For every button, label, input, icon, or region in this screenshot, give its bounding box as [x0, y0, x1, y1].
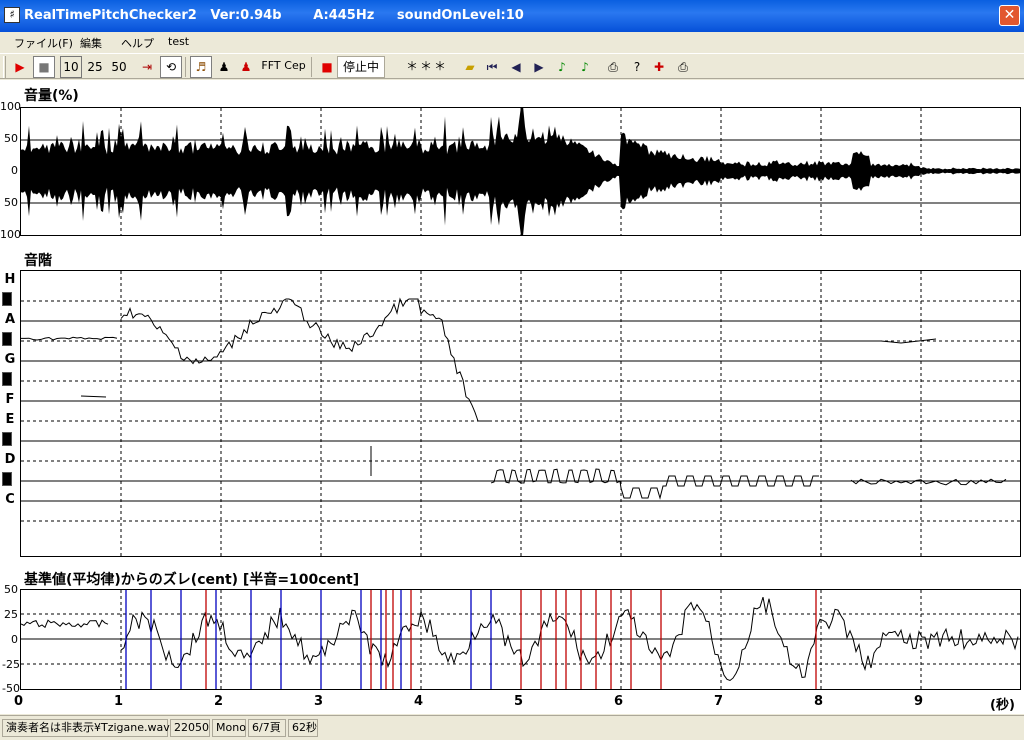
volume-tick: 50 [4, 196, 18, 209]
x-tick: 6 [614, 694, 624, 709]
prev-page-icon[interactable]: ◀ [505, 56, 527, 78]
black-key [2, 332, 12, 346]
menu-test[interactable]: test [168, 35, 189, 48]
x-unit: (秒) [990, 698, 1015, 713]
note-label: D [4, 452, 16, 467]
note-label: E [5, 412, 15, 427]
black-key [2, 292, 12, 306]
x-tick: 3 [314, 694, 324, 709]
fft-button[interactable]: FFT [259, 56, 283, 78]
pitch-segment [21, 336, 118, 341]
person-red-icon[interactable]: ♟ [235, 56, 257, 78]
x-tick: 2 [214, 694, 224, 709]
volume-tick: 50 [4, 132, 18, 145]
loop-icon[interactable]: ⟲ [160, 56, 182, 78]
toolbar-separator [311, 57, 312, 77]
status-samplerate: 22050 [170, 719, 210, 737]
volume-plot [20, 107, 1021, 236]
cent-tick: 25 [4, 608, 18, 621]
menu-help[interactable]: ヘルプ [121, 35, 154, 51]
pitch-trace [21, 271, 1020, 556]
toolbar-separator [185, 57, 186, 77]
speed-10-button[interactable]: 10 [60, 56, 82, 78]
scale-plot [20, 270, 1021, 557]
note-label: A [4, 312, 16, 327]
crosshair-icon[interactable]: ✚ [648, 56, 670, 78]
menu-edit[interactable]: 編集 [80, 35, 102, 51]
violin-icon[interactable]: ♬ [190, 56, 212, 78]
note-alt-icon[interactable]: ♪ [574, 56, 596, 78]
menu-file[interactable]: ファイル(F) [14, 35, 73, 51]
black-key [2, 372, 12, 386]
help-icon[interactable]: ? [626, 56, 648, 78]
toolbar-grip [3, 56, 6, 78]
speed-25-button[interactable]: 25 [84, 56, 106, 78]
toolbar: ▶ ■ 10 25 50 ⇥ ⟲ ♬ ♟ ♟ FFT Cep ■ 停止中 ＊＊＊… [0, 53, 1024, 79]
x-tick: 4 [414, 694, 424, 709]
pitch-segment [80, 395, 107, 398]
status-bar: 演奏者名は非表示¥Tzigane.wav 22050 Mono 6/7頁 62秒 [0, 715, 1024, 740]
note-label: C [5, 492, 15, 507]
title-bar: ♯ RealTimePitchChecker2 Ver:0.94b A:445H… [0, 0, 1024, 32]
note-icon[interactable]: ♪ [551, 56, 573, 78]
status-label: 停止中 [337, 56, 385, 78]
print-alt-icon[interactable]: ⎙ [672, 56, 694, 78]
status-duration: 62秒 [288, 719, 318, 737]
volume-tick: 100 [0, 228, 21, 241]
x-tick: 0 [14, 694, 24, 709]
stop-icon[interactable]: ■ [33, 56, 55, 78]
x-tick: 9 [914, 694, 924, 709]
deviation-title: 基準値(平均律)からのズレ(cent) [半音=100cent] [24, 572, 360, 588]
chart-area: 音量(%) 100 50 0 50 100 音階 H A G F E D C 基… [0, 80, 1024, 714]
cent-tick: -25 [2, 658, 20, 671]
volume-title: 音量(%) [24, 88, 79, 104]
print-icon[interactable]: ⎙ [602, 56, 624, 78]
volume-tick: 0 [11, 164, 18, 177]
status-channels: Mono [212, 719, 246, 737]
status-page: 6/7頁 [248, 719, 286, 737]
note-label: F [5, 392, 15, 407]
cent-tick: 0 [11, 633, 18, 646]
cent-tick: 50 [4, 583, 18, 596]
first-page-icon[interactable]: ⏮ [481, 56, 503, 78]
note-label: H [4, 272, 16, 287]
x-tick: 7 [714, 694, 724, 709]
status-filename: 演奏者名は非表示¥Tzigane.wav [2, 719, 170, 737]
next-page-icon[interactable]: ▶ [528, 56, 550, 78]
deviation-trace [21, 590, 1020, 689]
deviation-plot [20, 589, 1021, 690]
pitch-segment [818, 338, 937, 344]
play-icon[interactable]: ▶ [9, 56, 31, 78]
deviation-segment [21, 619, 109, 629]
black-key [2, 432, 12, 446]
menu-bar: ファイル(F) 編集 ヘルプ test [0, 32, 1024, 52]
waveform-shape [21, 108, 1020, 235]
window-title: RealTimePitchChecker2 Ver:0.94b A:445Hz … [24, 8, 524, 23]
speed-50-button[interactable]: 50 [108, 56, 130, 78]
person-icon[interactable]: ♟ [213, 56, 235, 78]
jump-end-icon[interactable]: ⇥ [136, 56, 158, 78]
x-tick: 1 [114, 694, 124, 709]
pitch-segment [850, 478, 1007, 486]
x-tick: 8 [814, 694, 824, 709]
close-button[interactable]: ✕ [999, 5, 1020, 26]
note-label: G [4, 352, 16, 367]
volume-waveform [21, 108, 1020, 235]
pitch-segment [120, 297, 490, 422]
pitch-segment [490, 468, 819, 500]
scale-title: 音階 [24, 253, 52, 269]
volume-tick: 100 [0, 100, 21, 113]
x-tick: 5 [514, 694, 524, 709]
open-folder-icon[interactable]: ▰ [459, 56, 481, 78]
black-key [2, 472, 12, 486]
note-display: ＊＊＊ [405, 59, 448, 73]
cep-button[interactable]: Cep [283, 56, 307, 78]
app-icon: ♯ [4, 7, 20, 23]
record-stop-icon[interactable]: ■ [316, 56, 338, 78]
